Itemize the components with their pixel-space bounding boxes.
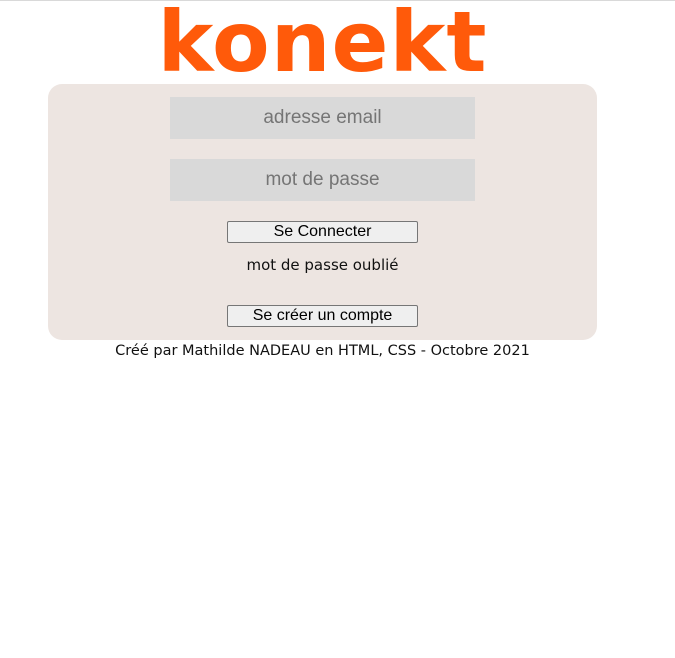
brand-logo: konekt: [157, 0, 488, 91]
login-card: Se Connecter mot de passe oublié Se crée…: [48, 84, 597, 340]
forgot-password-link[interactable]: mot de passe oublié: [48, 256, 597, 274]
password-input[interactable]: [170, 159, 475, 201]
footer-credit: Créé par Mathilde NADEAU en HTML, CSS - …: [115, 343, 530, 359]
create-account-button[interactable]: Se créer un compte: [227, 305, 418, 327]
email-input[interactable]: [170, 97, 475, 139]
login-button[interactable]: Se Connecter: [227, 221, 418, 243]
